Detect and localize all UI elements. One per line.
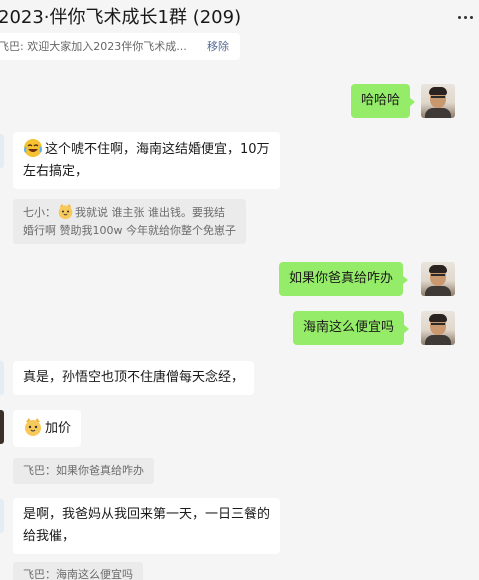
message-bubble-other[interactable]: 是啊，我爸妈从我回来第一天，一日三餐的 给我催， (13, 498, 281, 554)
message-bubble-self[interactable]: 海南这么便宜吗 (293, 311, 410, 345)
quoted-message[interactable]: 七小： 我就说 谁主张 谁出钱。要我结 婚行啊 赞助我100w 今年就给你整个免… (13, 199, 246, 244)
message-text: 哈哈哈 (361, 93, 401, 108)
message-text-line: 左右搞定， (23, 164, 89, 179)
avatar-other[interactable] (0, 499, 4, 533)
message-text-line: 这个唬不住啊，海南这结婚便宜，10万 (45, 142, 270, 157)
message-text: 加价 (45, 421, 72, 436)
message-bubble-self[interactable]: 哈哈哈 (351, 84, 416, 118)
cat-face-emoji (25, 418, 41, 436)
more-horizontal-icon[interactable] (458, 14, 478, 20)
remove-notice-link[interactable]: 移除 (207, 33, 229, 60)
chat-title: 2023·伴你飞术成长1群 (209) (0, 7, 242, 28)
message-text: 如果你爸真给咋办 (289, 271, 394, 286)
message-bubble-self[interactable]: 如果你爸真给咋办 (279, 262, 409, 296)
message-text-line: 是啊，我爸妈从我回来第一天，一日三餐的 (23, 507, 271, 522)
message-text-line: 给我催， (23, 529, 76, 544)
quote-text-line: 婚行啊 赞助我100w 今年就给你整个免崽子 (23, 224, 236, 237)
cat-face-emoji (58, 203, 73, 220)
avatar-other[interactable] (0, 410, 4, 444)
group-notice-bar[interactable]: 飞巴: 欢迎大家加入2023伴你飞术成... 移除 (0, 33, 240, 60)
quote-text: 飞巴：如果你爸真给咋办 (23, 464, 144, 477)
quoted-message[interactable]: 飞巴：如果你爸真给咋办 (13, 458, 154, 484)
quote-text-line: 我就说 谁主张 谁出钱。要我结 (75, 206, 225, 219)
avatar-self[interactable] (421, 311, 455, 345)
crying-laughing-emoji (24, 139, 42, 157)
quote-text: 飞巴：海南这么便宜吗 (23, 568, 133, 580)
message-text: 海南这么便宜吗 (303, 320, 395, 335)
quoted-message[interactable]: 飞巴：海南这么便宜吗 (13, 562, 143, 580)
avatar-other[interactable] (0, 361, 4, 395)
group-notice-text: 飞巴: 欢迎大家加入2023伴你飞术成... (0, 40, 187, 53)
message-bubble-other[interactable]: 真是，孙悟空也顶不住唐僧每天念经， (13, 361, 255, 395)
quote-sender: 七小： (23, 206, 56, 219)
message-text: 真是，孙悟空也顶不住唐僧每天念经， (23, 370, 245, 385)
message-bubble-other[interactable]: 加价 (13, 410, 82, 447)
chat-header: 2023·伴你飞术成长1群 (209) (0, 0, 479, 32)
avatar-other[interactable] (0, 134, 4, 168)
avatar-self[interactable] (421, 84, 455, 118)
avatar-self[interactable] (421, 262, 455, 296)
message-bubble-other[interactable]: 这个唬不住啊，海南这结婚便宜，10万 左右搞定， (13, 132, 280, 189)
